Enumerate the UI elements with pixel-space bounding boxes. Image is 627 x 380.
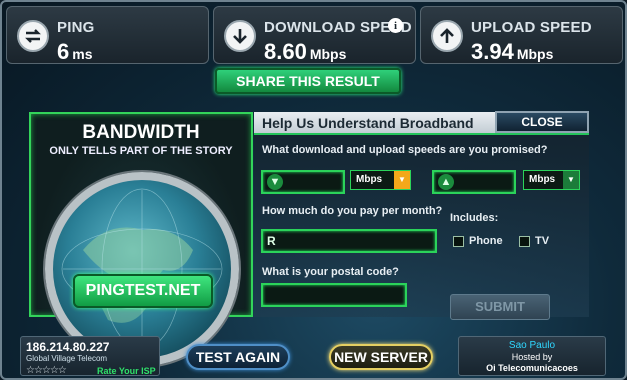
ping-panel: PING 6 ms	[6, 6, 209, 64]
postal-code-input[interactable]	[261, 283, 407, 307]
download-unit: Mbps	[309, 46, 347, 62]
metrics-bar: PING 6 ms DOWNLOAD SPEED i 8.60 Mbps UPL…	[6, 6, 623, 64]
submit-button[interactable]: SUBMIT	[450, 294, 550, 320]
client-info: 186.214.80.227 Global Village Telecom ☆☆…	[20, 336, 160, 376]
upload-unit-select[interactable]: Mbps ▼	[523, 170, 580, 190]
test-again-button[interactable]: TEST AGAIN	[186, 344, 290, 370]
info-icon[interactable]: i	[388, 18, 403, 33]
server-info: Sao Paulo Hosted by Oi Telecomunicacoes	[458, 336, 606, 376]
survey-header: Help Us Understand Broadband CLOSE	[254, 111, 589, 135]
server-city: Sao Paulo	[508, 340, 556, 351]
bandwidth-subtitle: ONLY TELLS PART OF THE STORY	[49, 145, 233, 157]
survey-title: Help Us Understand Broadband	[262, 115, 474, 131]
download-panel: DOWNLOAD SPEED i 8.60 Mbps	[213, 6, 416, 64]
download-number: 8.60	[264, 39, 307, 64]
upload-speed-input[interactable]: ▲	[432, 170, 516, 194]
tv-checkbox[interactable]	[519, 236, 530, 247]
postal-question: What is your postal code?	[262, 266, 399, 278]
survey-body: What download and upload speeds are you …	[254, 135, 589, 320]
rate-isp-link[interactable]: Rate Your ISP	[97, 366, 156, 376]
client-isp: Global Village Telecom	[26, 354, 108, 363]
pingtest-button[interactable]: PINGTEST.NET	[73, 274, 213, 308]
upload-value: 3.94 Mbps	[471, 39, 553, 65]
upload-unit: Mbps	[516, 46, 554, 62]
chevron-down-icon: ▼	[394, 171, 410, 189]
price-input[interactable]: R	[261, 229, 437, 253]
upload-unit-value: Mbps	[529, 174, 556, 185]
share-result-button[interactable]: SHARE THIS RESULT	[215, 68, 401, 94]
includes-label: Includes:	[450, 212, 499, 224]
bandwidth-title: BANDWIDTH	[82, 122, 200, 143]
phone-label: Phone	[469, 235, 503, 247]
bandwidth-panel: BANDWIDTH ONLY TELLS PART OF THE STORY P…	[29, 112, 253, 366]
speeds-question: What download and upload speeds are you …	[262, 144, 548, 156]
client-ip: 186.214.80.227	[26, 340, 110, 354]
chevron-down-icon: ▼	[563, 171, 579, 189]
currency-prefix: R	[267, 234, 276, 248]
ping-label: PING	[57, 19, 95, 36]
phone-checkbox[interactable]	[453, 236, 464, 247]
ping-unit: ms	[72, 46, 93, 62]
download-unit-value: Mbps	[356, 174, 383, 185]
tv-label: TV	[535, 235, 550, 247]
ping-value: 6 ms	[57, 39, 92, 65]
ping-arrows-icon	[17, 20, 49, 52]
speedtest-window: PING 6 ms DOWNLOAD SPEED i 8.60 Mbps UPL…	[0, 0, 627, 380]
upload-panel: UPLOAD SPEED 3.94 Mbps	[420, 6, 623, 64]
upload-number: 3.94	[471, 39, 514, 64]
download-speed-input[interactable]: ▼	[261, 170, 345, 194]
download-unit-select[interactable]: Mbps ▼	[350, 170, 411, 190]
upload-small-icon: ▲	[438, 174, 454, 190]
ping-number: 6	[57, 39, 70, 64]
server-host: Oi Telecomunicacoes	[486, 363, 578, 373]
upload-arrow-icon	[431, 20, 463, 52]
price-question: How much do you pay per month?	[262, 205, 443, 217]
survey-panel: Help Us Understand Broadband CLOSE What …	[254, 111, 589, 320]
download-arrow-icon	[224, 20, 256, 52]
bottom-bar: 186.214.80.227 Global Village Telecom ☆☆…	[2, 332, 625, 378]
new-server-button[interactable]: NEW SERVER	[329, 344, 433, 370]
rating-stars-icon[interactable]: ☆☆☆☆☆	[26, 365, 67, 376]
download-value: 8.60 Mbps	[264, 39, 346, 65]
hosted-by-label: Hosted by	[511, 352, 553, 362]
download-small-icon: ▼	[267, 174, 283, 190]
close-button[interactable]: CLOSE	[495, 111, 589, 133]
upload-label: UPLOAD SPEED	[471, 19, 592, 36]
